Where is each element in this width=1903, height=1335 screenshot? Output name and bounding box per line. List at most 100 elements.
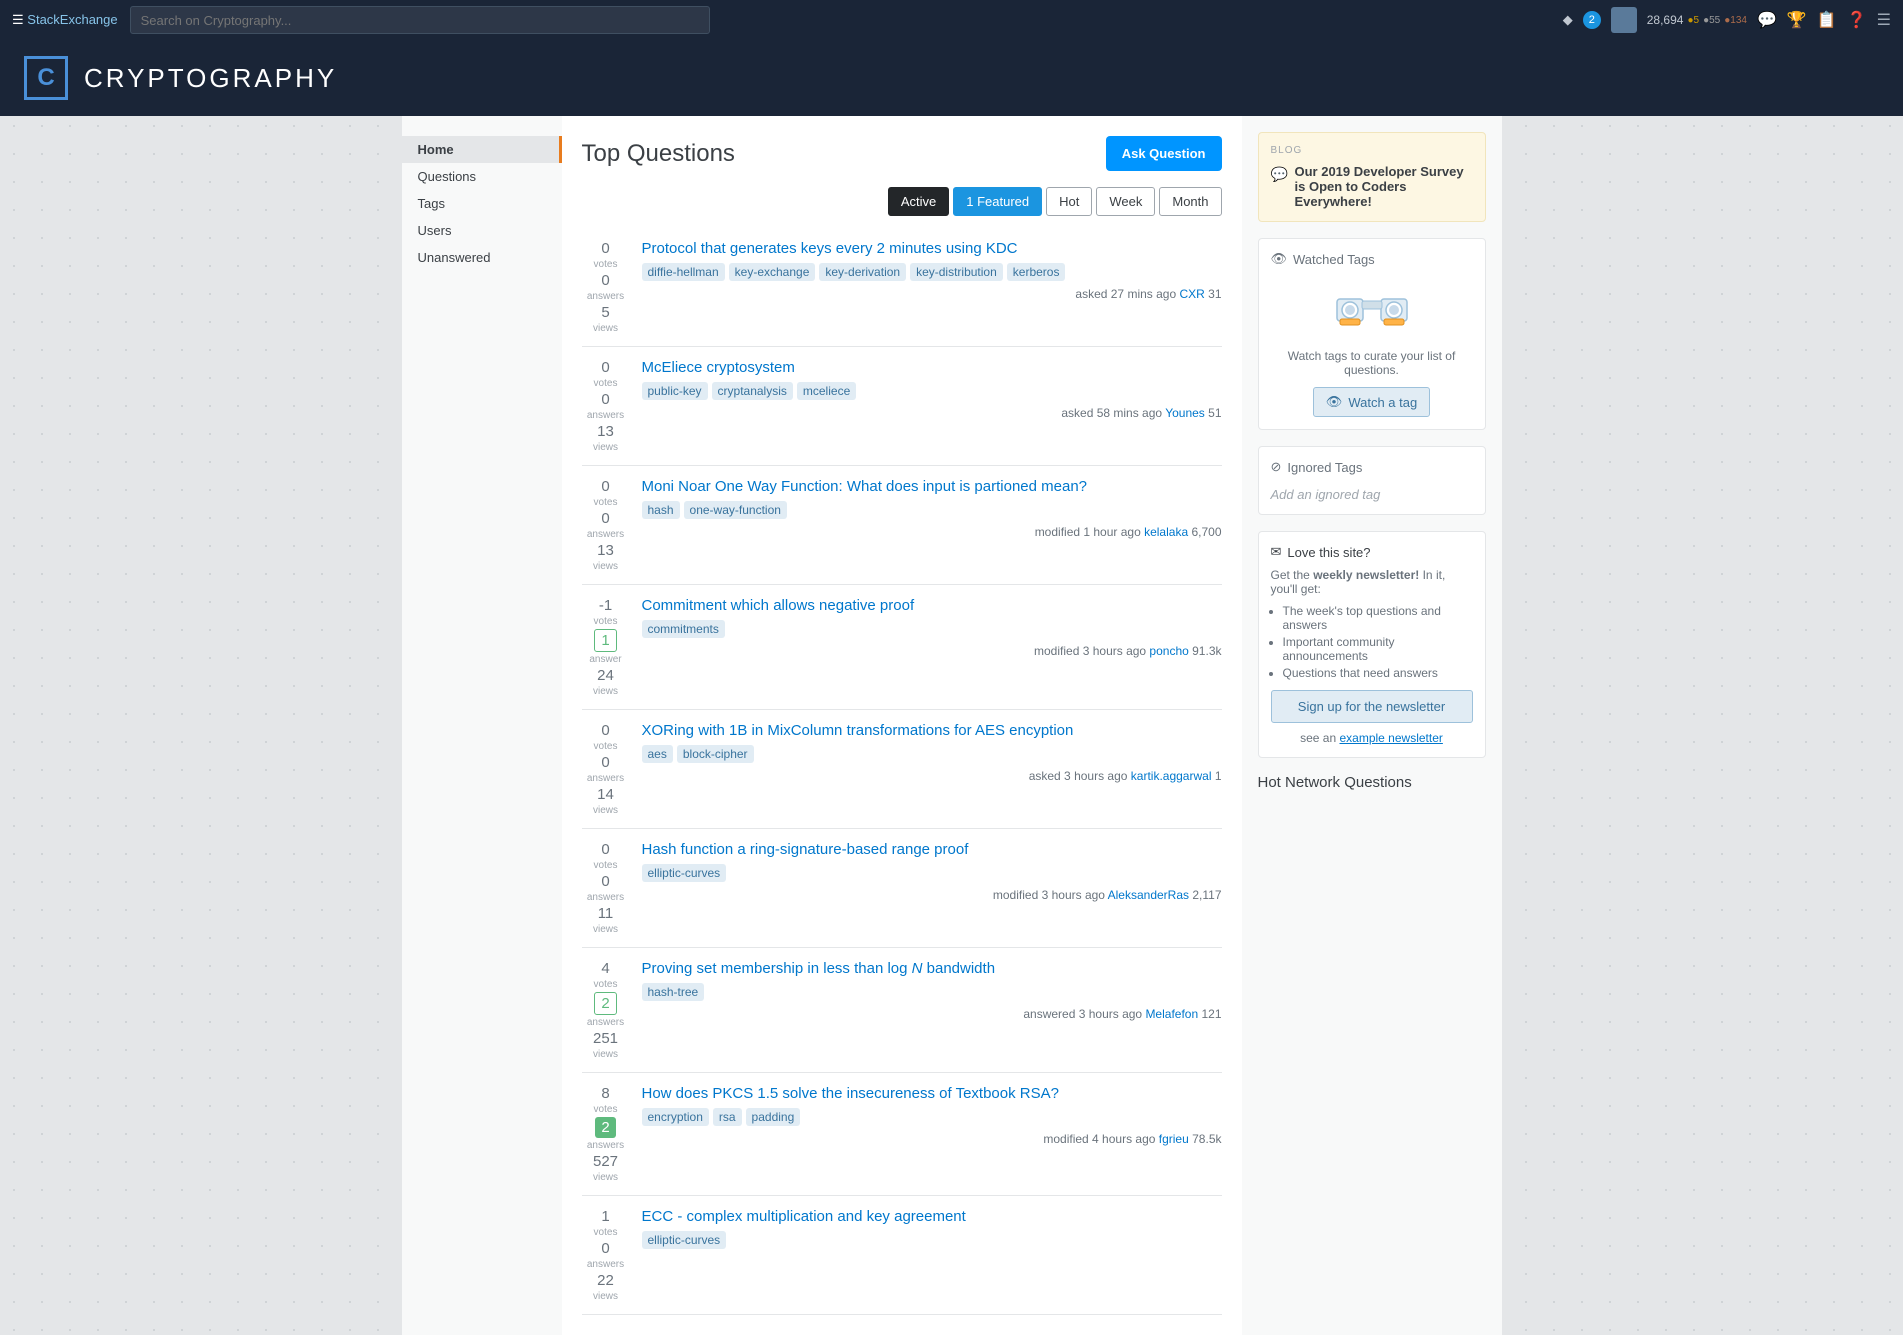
tag[interactable]: cryptanalysis <box>712 382 793 400</box>
site-header: C CRYPTOGRAPHY <box>0 40 1903 116</box>
tag[interactable]: commitments <box>642 620 725 638</box>
question-title[interactable]: How does PKCS 1.5 solve the insecureness… <box>642 1085 1222 1102</box>
newsletter-section: ✉ Love this site? Get the weekly newslet… <box>1258 531 1486 758</box>
tags-row: public-key cryptanalysis mceliece <box>642 382 1222 400</box>
tag[interactable]: block-cipher <box>677 745 754 763</box>
tag[interactable]: aes <box>642 745 673 763</box>
sidebar-item-tags[interactable]: Tags <box>402 190 562 217</box>
author-link[interactable]: AleksanderRas <box>1108 888 1189 902</box>
question-meta: answered 3 hours ago Melafefon 121 <box>642 1007 1222 1021</box>
question-title[interactable]: Moni Noar One Way Function: What does in… <box>642 478 1222 495</box>
question-title[interactable]: XORing with 1B in MixColumn transformati… <box>642 722 1222 739</box>
watched-tags-title: 👁 Watched Tags <box>1271 251 1473 267</box>
tag[interactable]: rsa <box>713 1108 742 1126</box>
vote-label: votes <box>594 259 618 270</box>
tags-row: elliptic-curves <box>642 1231 1222 1249</box>
ignored-tags-section: ⊘ Ignored Tags Add an ignored tag <box>1258 446 1486 515</box>
tab-month[interactable]: Month <box>1159 187 1221 216</box>
author-link[interactable]: Younes <box>1165 406 1205 420</box>
tag[interactable]: one-way-function <box>684 501 787 519</box>
author-link[interactable]: CXR <box>1179 287 1204 301</box>
tag[interactable]: mceliece <box>797 382 856 400</box>
author-link[interactable]: Melafefon <box>1145 1007 1198 1021</box>
table-row: 0 votes 0 answers 5 views Protocol that … <box>582 228 1222 347</box>
example-newsletter-link[interactable]: example newsletter <box>1339 731 1442 745</box>
question-title[interactable]: Hash function a ring-signature-based ran… <box>642 841 1222 858</box>
q-content: Moni Noar One Way Function: What does in… <box>642 478 1222 572</box>
sidebar-item-questions[interactable]: Questions <box>402 163 562 190</box>
tab-featured[interactable]: 1 Featured <box>953 187 1042 216</box>
question-meta: modified 3 hours ago poncho 91.3k <box>642 644 1222 658</box>
question-title[interactable]: McEliece cryptosystem <box>642 359 1222 376</box>
tag[interactable]: key-distribution <box>910 263 1003 281</box>
help-icon[interactable]: ❓ <box>1847 10 1867 30</box>
tag[interactable]: hash-tree <box>642 983 705 1001</box>
tags-row: hash-tree <box>642 983 1222 1001</box>
tab-hot[interactable]: Hot <box>1046 187 1092 216</box>
q-stats: 0 votes 0 answers 5 views <box>582 240 630 334</box>
tab-active[interactable]: Active <box>888 187 949 216</box>
newsletter-title: ✉ Love this site? <box>1271 544 1473 560</box>
hot-network-section: Hot Network Questions <box>1258 774 1486 791</box>
table-row: 0votes 0answers 13views McEliece cryptos… <box>582 347 1222 466</box>
list-item: The week's top questions and answers <box>1283 604 1473 632</box>
ask-question-button[interactable]: Ask Question <box>1106 136 1222 171</box>
search-input[interactable] <box>130 6 710 34</box>
achievements-trophy-icon[interactable]: 🏆 <box>1787 10 1807 30</box>
question-title[interactable]: Protocol that generates keys every 2 min… <box>642 240 1222 257</box>
author-link[interactable]: poncho <box>1149 644 1188 658</box>
notification-badge: 2 <box>1583 11 1601 29</box>
left-sidebar: Home Questions Tags Users Unanswered <box>402 116 562 1335</box>
review-icon[interactable]: 📋 <box>1817 10 1837 30</box>
gold-badge: ●5 <box>1687 15 1699 26</box>
question-title[interactable]: ECC - complex multiplication and key agr… <box>642 1208 1222 1225</box>
newsletter-signup-button[interactable]: Sign up for the newsletter <box>1271 690 1473 723</box>
list-item: Important community announcements <box>1283 635 1473 663</box>
user-avatar[interactable] <box>1611 7 1637 33</box>
right-sidebar: BLOG 💬 Our 2019 Developer Survey is Open… <box>1242 116 1502 1335</box>
author-link[interactable]: kartik.aggarwal <box>1131 769 1212 783</box>
table-row: 0votes 0answers 11views Hash function a … <box>582 829 1222 948</box>
blog-text[interactable]: Our 2019 Developer Survey is Open to Cod… <box>1295 164 1473 209</box>
blog-icon: 💬 <box>1271 166 1287 183</box>
question-meta: modified 4 hours ago fgrieu 78.5k <box>642 1132 1222 1146</box>
tag[interactable]: padding <box>746 1108 801 1126</box>
tab-week[interactable]: Week <box>1096 187 1155 216</box>
q-content: Commitment which allows negative proof c… <box>642 597 1222 697</box>
tag[interactable]: elliptic-curves <box>642 864 727 882</box>
question-meta: modified 1 hour ago kelalaka 6,700 <box>642 525 1222 539</box>
blog-item: 💬 Our 2019 Developer Survey is Open to C… <box>1271 164 1473 209</box>
table-row: 1votes 0answers 22views ECC - complex mu… <box>582 1196 1222 1315</box>
newsletter-desc: Get the weekly newsletter! In it, you'll… <box>1271 568 1473 596</box>
question-title[interactable]: Proving set membership in less than log … <box>642 960 1222 977</box>
q-content: Hash function a ring-signature-based ran… <box>642 841 1222 935</box>
tag[interactable]: encryption <box>642 1108 709 1126</box>
menu-icon[interactable]: ☰ <box>1877 10 1891 30</box>
content-header: Top Questions Ask Question <box>582 136 1222 171</box>
watched-tags-desc: Watch tags to curate your list of questi… <box>1271 349 1473 377</box>
tag[interactable]: public-key <box>642 382 708 400</box>
hot-network-title: Hot Network Questions <box>1258 774 1486 791</box>
tag[interactable]: key-exchange <box>729 263 816 281</box>
questions-list: 0 votes 0 answers 5 views Protocol that … <box>582 228 1222 1315</box>
author-link[interactable]: fgrieu <box>1159 1132 1189 1146</box>
tag[interactable]: hash <box>642 501 680 519</box>
tag[interactable]: key-derivation <box>819 263 906 281</box>
answer-count-accepted: 2 <box>595 1117 615 1138</box>
tag[interactable]: kerberos <box>1007 263 1066 281</box>
sidebar-item-unanswered[interactable]: Unanswered <box>402 244 562 271</box>
mail-icon: ✉ <box>1271 544 1282 560</box>
author-link[interactable]: kelalaka <box>1144 525 1188 539</box>
question-title[interactable]: Commitment which allows negative proof <box>642 597 1222 614</box>
add-ignored-tag[interactable]: Add an ignored tag <box>1271 487 1381 502</box>
vote-count: 0 <box>601 240 609 257</box>
inbox-icon[interactable]: 💬 <box>1757 10 1777 30</box>
watch-tag-button[interactable]: 👁 Watch a tag <box>1313 387 1430 417</box>
stackexchange-logo[interactable]: ☰ StackExchange <box>12 12 118 28</box>
tag[interactable]: elliptic-curves <box>642 1231 727 1249</box>
sidebar-item-home[interactable]: Home <box>402 136 562 163</box>
sidebar-item-users[interactable]: Users <box>402 217 562 244</box>
q-stats: 1votes 0answers 22views <box>582 1208 630 1302</box>
tag[interactable]: diffie-hellman <box>642 263 725 281</box>
achievements-icon[interactable]: ◆ <box>1563 12 1573 28</box>
